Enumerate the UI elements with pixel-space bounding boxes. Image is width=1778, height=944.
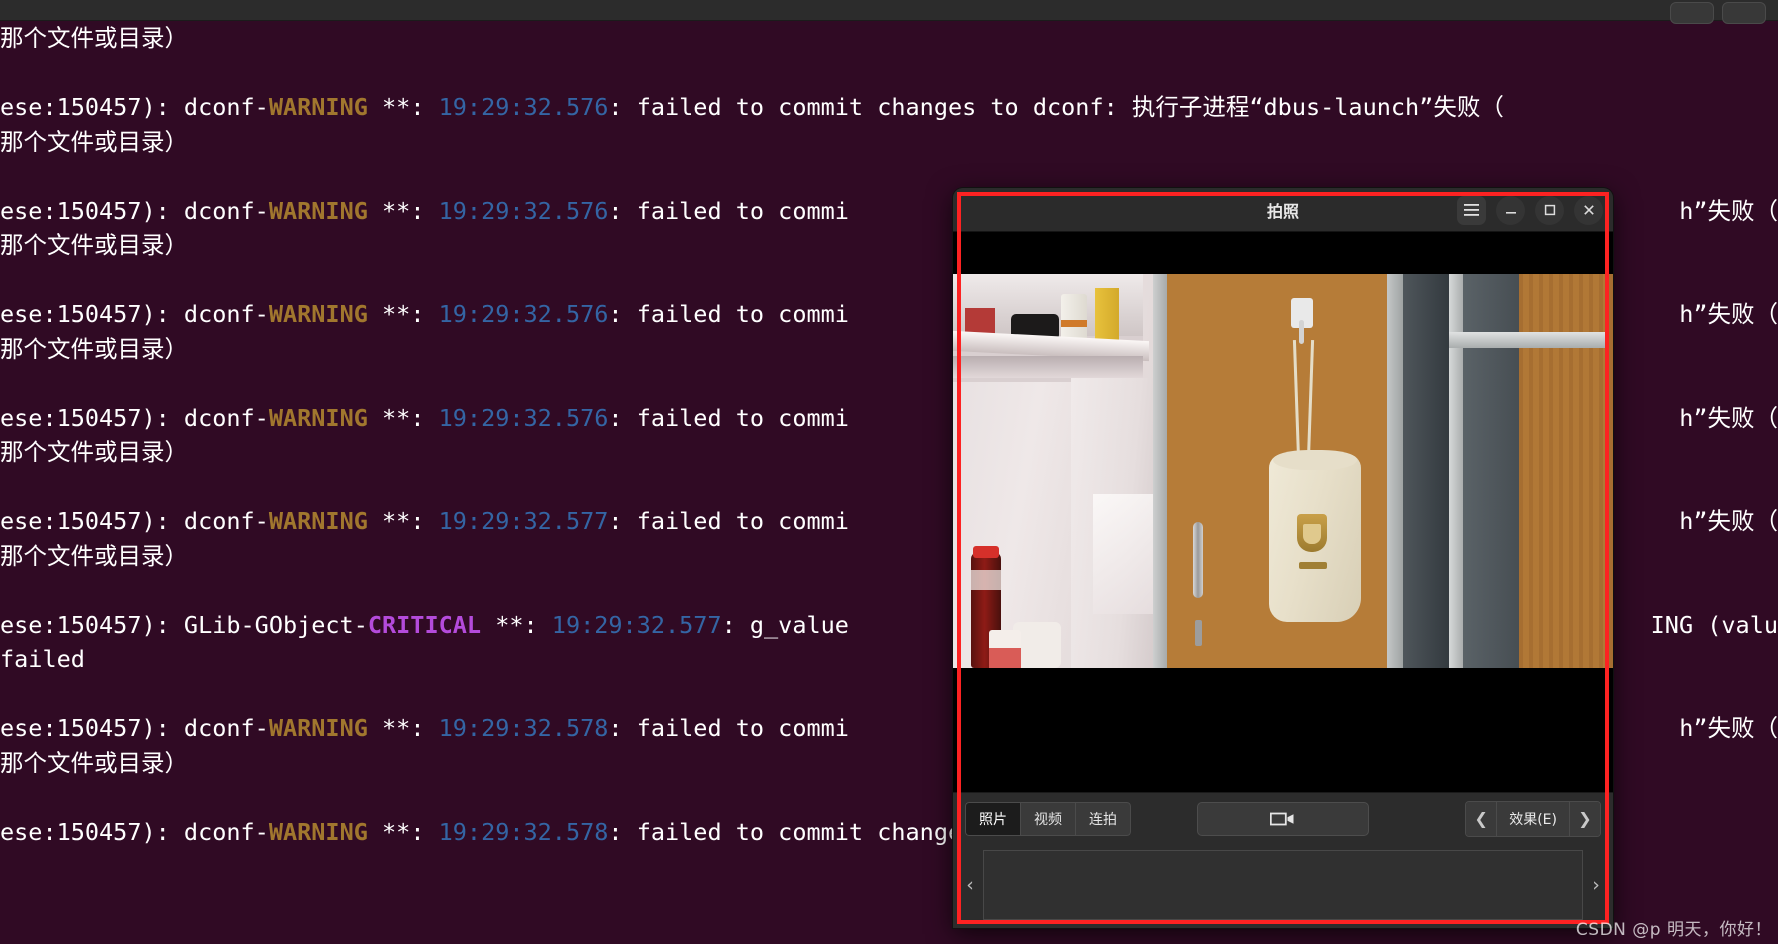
scene-door-frame-right (1387, 274, 1403, 668)
terminal-line: 那个文件或目录） (0, 127, 188, 156)
scene-bottle-cap (973, 546, 999, 558)
capture-button[interactable] (1197, 801, 1369, 836)
scene-bag-top (1273, 450, 1357, 470)
letterbox-bottom (953, 784, 1613, 792)
scene-bottle-label (971, 570, 1001, 590)
thumbnail-gallery: ‹ › (953, 844, 1613, 928)
effects-next-button[interactable]: ❯ (1570, 801, 1600, 836)
camera-titlebar: 拍照 (953, 188, 1613, 232)
gallery-prev-button[interactable]: ‹ (957, 874, 983, 896)
gallery-next-button[interactable]: › (1583, 874, 1609, 896)
terminal-titlebar (0, 0, 1778, 24)
hamburger-menu-icon[interactable] (1457, 195, 1486, 225)
effects-prev-button[interactable]: ❮ (1466, 801, 1497, 836)
scene-rail-horizontal (1449, 332, 1609, 348)
scene-jar-label (1061, 320, 1087, 327)
window-title: 拍照 (1266, 201, 1299, 221)
scene-door-frame-left (1153, 274, 1167, 668)
mode-button-0[interactable]: 照片 (965, 801, 1020, 836)
scene-door-lock (1195, 620, 1202, 646)
scene-cup-label (989, 648, 1021, 668)
terminal-line: 那个文件或目录） (0, 24, 188, 52)
scene-red-box (965, 308, 995, 334)
maximize-icon[interactable] (1535, 195, 1564, 225)
scene-crest-inner (1303, 524, 1321, 544)
scene-crest-text (1299, 562, 1327, 569)
gallery-strip[interactable] (983, 850, 1583, 920)
terminal-log-line: ese:150457): dconf-WARNING **: 19:29:32.… (0, 93, 1504, 121)
screen: 那个文件或目录） ese:150457): dconf-WARNING **: … (0, 0, 1778, 944)
camera-video-icon (1270, 812, 1294, 825)
minimize-icon[interactable] (1496, 195, 1525, 225)
camera-preview (953, 232, 1613, 792)
scene-yellow-book (1095, 288, 1119, 346)
mode-button-2[interactable]: 连拍 (1075, 801, 1131, 836)
mode-button-1[interactable]: 视频 (1020, 801, 1075, 836)
capture-mode-group: 照片 视频 连拍 (965, 801, 1131, 836)
effects-button[interactable]: 效果(E) (1496, 801, 1570, 836)
close-icon[interactable] (1574, 195, 1603, 225)
window-controls (1457, 188, 1603, 232)
scene-dark-gap (1403, 274, 1449, 668)
webcam-image (953, 274, 1613, 668)
camera-window: 拍照 照片 视频 连拍 ❮ 效果(E) ❯ ‹ › (953, 188, 1613, 928)
camera-controls: 照片 视频 连拍 ❮ 效果(E) ❯ (953, 792, 1613, 844)
scene-hook-bar (1299, 320, 1304, 344)
effects-group: ❮ 效果(E) ❯ (1465, 800, 1601, 837)
scene-door-handle (1193, 522, 1203, 598)
letterbox-top (953, 232, 1613, 274)
scene-jar (1061, 294, 1087, 342)
scene-shelf-shadow (953, 356, 1143, 378)
